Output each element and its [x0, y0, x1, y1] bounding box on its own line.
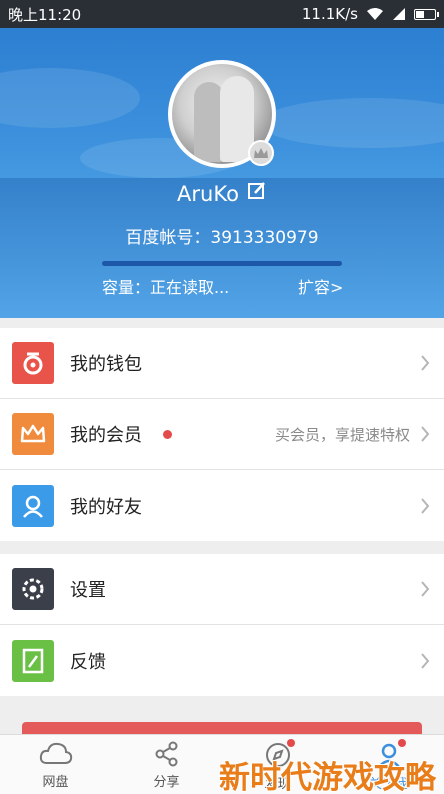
- wifi-icon: [366, 7, 384, 21]
- quota-label: 容量：正在读取...: [102, 278, 230, 297]
- notification-dot: [397, 739, 406, 747]
- chevron-right-icon: [421, 652, 430, 669]
- menu-label: 反馈: [70, 651, 106, 673]
- menu-label: 我的会员: [70, 425, 142, 446]
- menu-label: 设置: [70, 580, 106, 601]
- quota-progress-fill: [102, 261, 342, 266]
- edit-icon[interactable]: [247, 181, 267, 206]
- menu-group-2: 设置 反馈: [0, 554, 444, 696]
- quota-progress-bar: [102, 261, 342, 266]
- feedback-icon: [12, 639, 54, 682]
- status-bar: 晚上11:20 11.1K/s: [0, 0, 444, 28]
- chevron-right-icon: [421, 355, 430, 371]
- crown-badge-icon: [248, 140, 274, 166]
- nav-tab-share[interactable]: 分享: [111, 735, 222, 794]
- gear-icon: [12, 568, 54, 610]
- nav-label: 网盘: [42, 775, 69, 790]
- share-icon: [155, 741, 177, 767]
- network-speed: 11.1K/s: [301, 5, 358, 23]
- username-row: AruKo: [0, 181, 444, 206]
- menu-label: 我的钱包: [70, 354, 142, 375]
- cloud-icon: [39, 742, 72, 764]
- notification-dot: [286, 739, 295, 747]
- chevron-right-icon: [421, 581, 430, 597]
- notification-dot: [163, 429, 172, 439]
- membership-hint: 买会员，享提速特权: [274, 425, 410, 444]
- menu-label: 我的好友: [70, 496, 142, 518]
- menu-item-settings[interactable]: 设置: [0, 554, 444, 625]
- wallet-icon: [12, 342, 54, 384]
- menu-item-wallet[interactable]: 我的钱包: [0, 328, 444, 399]
- nav-label: 分享: [153, 775, 180, 790]
- nav-tab-netdisk[interactable]: 网盘: [0, 735, 111, 794]
- watermark: 新时代游戏攻略: [219, 760, 436, 794]
- status-time: 晚上11:20: [8, 5, 82, 24]
- account-id: 百度帐号：3913330979: [125, 228, 319, 248]
- expand-storage-link[interactable]: 扩容>: [298, 274, 343, 298]
- username: AruKo: [177, 181, 239, 206]
- chevron-right-icon: [421, 426, 430, 442]
- signal-icon: [392, 7, 406, 21]
- profile-header: AruKo 百度帐号：3913330979 容量：正在读取... 扩容>: [0, 28, 444, 318]
- status-right: 11.1K/s: [301, 5, 439, 23]
- menu-group-1: 我的钱包 我的会员 买会员，享提速特权 我的好友: [0, 328, 444, 541]
- friend-icon: [12, 484, 54, 527]
- crown-icon: [12, 413, 54, 455]
- chevron-right-icon: [421, 497, 430, 514]
- menu-item-feedback[interactable]: 反馈: [0, 625, 444, 696]
- menu-item-friends[interactable]: 我的好友: [0, 470, 444, 541]
- menu-item-membership[interactable]: 我的会员 买会员，享提速特权: [0, 399, 444, 470]
- battery-icon: [414, 8, 439, 20]
